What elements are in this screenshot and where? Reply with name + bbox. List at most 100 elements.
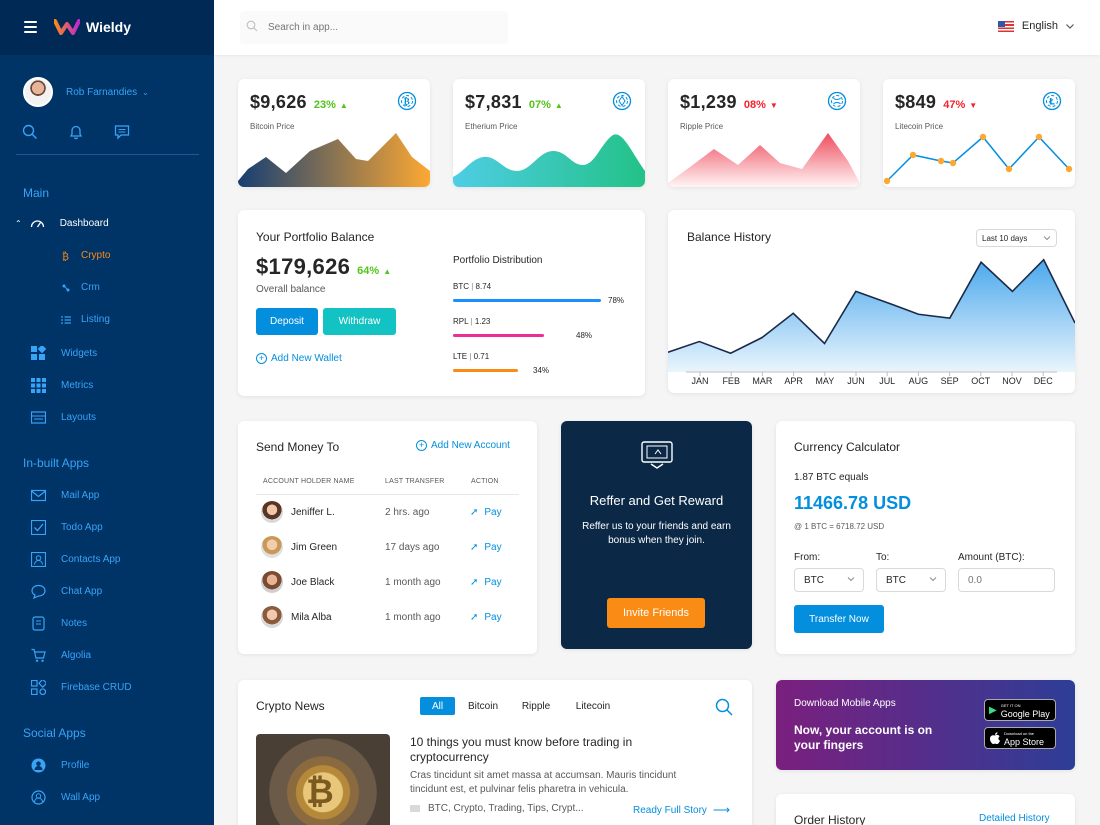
sidebar-item-label: Contacts App [61, 554, 121, 565]
plus-circle-icon: + [256, 353, 267, 364]
price-card-etherium: $7,831 07% ▲ Etherium Price [453, 79, 645, 187]
sidebar-quick-actions [22, 124, 130, 140]
sidebar-item-todo-app[interactable]: Todo App [30, 519, 103, 536]
app-logo[interactable]: Wieldy [54, 19, 131, 35]
sidebar-item-metrics[interactable]: Metrics [31, 378, 93, 393]
coin-name: BTC [453, 282, 469, 291]
refer-title: Reffer and Get Reward [589, 493, 724, 508]
tab-bitcoin[interactable]: Bitcoin [462, 697, 504, 715]
crypto-news-card: Crypto News All Bitcoin Ripple Litecoin … [238, 680, 752, 825]
last-transfer: 1 month ago [385, 576, 441, 588]
sidebar-item-notes[interactable]: Notes [31, 616, 87, 631]
table-row: Joe Black 1 month ago ➚ Pay [261, 565, 519, 599]
chat-icon[interactable] [114, 124, 130, 140]
search-icon[interactable] [22, 124, 38, 140]
sidebar-item-algolia[interactable]: Algolia [31, 648, 91, 663]
pay-label: Pay [484, 506, 502, 518]
balance-history-card: Balance History Last 10 days JAN FEB MAR AP… [668, 210, 1075, 393]
from-currency-select[interactable]: BTC [794, 568, 864, 592]
portfolio-change: 64% [357, 265, 380, 277]
sidebar-item-crm[interactable]: Crm [61, 282, 100, 293]
send-money-card: Send Money To + Add New Account ACCOUNT H… [238, 421, 537, 654]
search-icon[interactable] [715, 698, 733, 721]
x-tick-label: SEP [941, 376, 959, 386]
to-currency-select[interactable]: BTC [876, 568, 946, 592]
sidebar-item-profile[interactable]: Profile [31, 758, 89, 773]
account-name: Mila Alba [291, 611, 332, 623]
price-label: Bitcoin Price [250, 122, 295, 131]
sidebar-item-label: Dashboard [59, 218, 109, 229]
arrow-icon: ➚ [470, 506, 479, 518]
arrow-up-icon: ▲ [339, 101, 348, 110]
arrow-down-icon: ▼ [769, 101, 778, 110]
refer-icon [641, 441, 673, 469]
column-header: LAST TRANSFER [385, 478, 445, 485]
sidebar-item-wall-app[interactable]: Wall App [31, 790, 100, 805]
add-account-link[interactable]: + Add New Account [416, 440, 510, 451]
avatar [261, 571, 283, 593]
detailed-history-link[interactable]: Detailed History [979, 813, 1050, 824]
tab-ripple[interactable]: Ripple [516, 697, 556, 715]
price-value: $849 [895, 92, 937, 112]
search-input[interactable] [268, 22, 488, 33]
sparkline-chart [238, 133, 430, 187]
sidebar-item-listing[interactable]: Listing [61, 314, 110, 325]
sidebar-item-label: Layouts [61, 412, 97, 423]
price-card-ripple: $1,239 08% ▼ Ripple Price [668, 79, 860, 187]
sidebar-header: Wieldy [0, 0, 214, 55]
amount-input[interactable] [958, 568, 1055, 592]
google-play-button[interactable]: ▶ GET IT ON Google Play [984, 699, 1056, 721]
x-tick-label: MAR [752, 376, 773, 386]
order-history-card: Order History Detailed History [776, 794, 1075, 825]
tab-litecoin[interactable]: Litecoin [570, 697, 616, 715]
sidebar-item-crypto[interactable]: ₿ Crypto [61, 250, 110, 263]
arrow-icon: ➚ [470, 576, 479, 588]
coin-amount: 0.71 [473, 352, 490, 361]
arrow-up-icon: ▲ [554, 101, 563, 110]
read-full-story-link[interactable]: Ready Full Story ⟶ [633, 803, 730, 817]
sidebar-item-firebase-crud[interactable]: Firebase CRUD [30, 678, 132, 696]
search-box[interactable] [240, 11, 508, 44]
transfer-now-button[interactable]: Transfer Now [794, 605, 884, 633]
withdraw-button[interactable]: Withdraw [323, 308, 396, 335]
price-change: 47% [943, 99, 966, 111]
invite-friends-button[interactable]: Invite Friends [607, 598, 705, 628]
us-flag-icon [997, 20, 1014, 32]
chevron-down-icon [929, 577, 937, 582]
sidebar-item-mail-app[interactable]: Mail App [30, 488, 99, 503]
profile-icon [31, 758, 46, 773]
pay-button[interactable]: ➚ Pay [470, 507, 502, 518]
menu-toggle-icon[interactable] [24, 21, 37, 33]
from-label: From: [794, 552, 821, 563]
coin-amount: 8.74 [475, 282, 492, 291]
mail-icon [30, 488, 47, 503]
app-store-button[interactable]: Download on the App Store [984, 727, 1056, 749]
sidebar-item-layouts[interactable]: Layouts [30, 410, 97, 425]
user-name: Rob Farnandies [66, 86, 138, 98]
pay-button[interactable]: ➚ Pay [470, 612, 502, 623]
language-switcher[interactable]: English [997, 20, 1075, 32]
equals-text: 1.87 BTC equals [794, 472, 869, 483]
sidebar-item-widgets[interactable]: Widgets [31, 344, 97, 361]
sidebar-item-dashboard[interactable]: ⌃ Dashboard [15, 216, 109, 231]
metrics-icon [31, 378, 46, 393]
refer-card: Reffer and Get Reward Reffer us to your … [561, 421, 752, 649]
add-wallet-link[interactable]: + Add New Wallet [256, 353, 342, 364]
arrow-icon: ➚ [470, 611, 479, 623]
mobile-text: Now, your account is on your fingers [794, 723, 933, 752]
news-headline[interactable]: 10 things you must know before trading i… [410, 735, 670, 765]
pay-button[interactable]: ➚ Pay [470, 542, 502, 553]
table-row: Mila Alba 1 month ago ➚ Pay [261, 600, 519, 634]
sidebar-item-label: Todo App [61, 522, 103, 533]
price-label: Ripple Price [680, 122, 724, 131]
pay-button[interactable]: ➚ Pay [470, 577, 502, 588]
user-profile[interactable]: Rob Farnandies ⌄ [23, 77, 149, 107]
tab-all[interactable]: All [420, 697, 455, 715]
app-store-label: App Store [1004, 737, 1045, 747]
bell-icon[interactable] [68, 124, 84, 140]
chevron-up-icon: ⌃ [15, 219, 22, 228]
distribution-row-rpl: RPL | 1.23 48% [453, 317, 593, 340]
sidebar-item-contacts-app[interactable]: Contacts App [30, 551, 121, 568]
sidebar-item-chat-app[interactable]: Chat App [31, 584, 102, 600]
deposit-button[interactable]: Deposit [256, 308, 318, 335]
